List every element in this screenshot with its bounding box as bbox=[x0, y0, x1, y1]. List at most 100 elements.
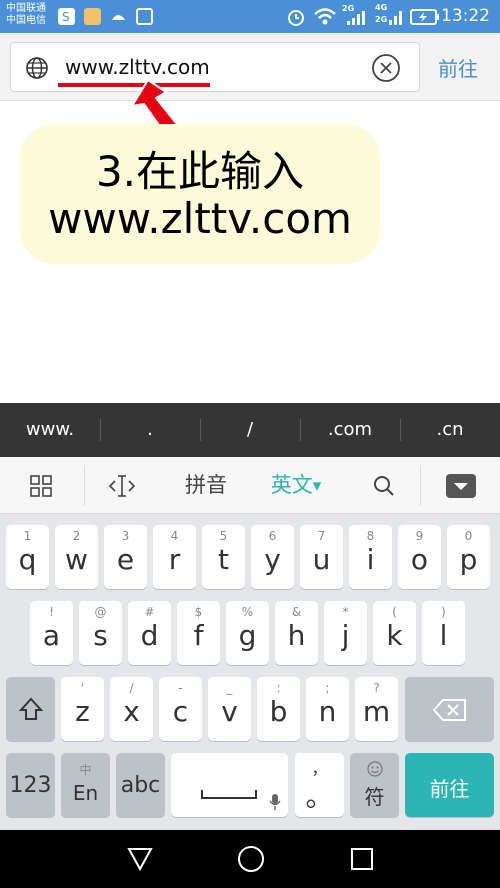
key-y[interactable]: 6y bbox=[251, 525, 294, 589]
key-sub-label: # bbox=[144, 605, 155, 619]
key-q[interactable]: 1q bbox=[6, 525, 49, 589]
key-v[interactable]: _ v bbox=[208, 677, 251, 741]
key-l[interactable]: ) l bbox=[422, 601, 465, 665]
status-bar: 中国联通 中国电信 S 2G 4G 2G 13:22 bbox=[0, 0, 500, 33]
wifi-icon bbox=[313, 7, 337, 31]
home-icon[interactable] bbox=[236, 844, 266, 878]
url-suggestion-strip: www. . / .com .cn bbox=[0, 403, 500, 457]
key-sub-label: ? bbox=[373, 681, 380, 695]
key-i[interactable]: 8i bbox=[349, 525, 392, 589]
key-w[interactable]: 2w bbox=[55, 525, 98, 589]
key-u[interactable]: 7u bbox=[300, 525, 343, 589]
suggestion-www[interactable]: www. bbox=[0, 403, 100, 457]
key-label: n bbox=[318, 695, 337, 728]
symbols-key[interactable]: 符 bbox=[350, 753, 399, 817]
key-t[interactable]: 5t bbox=[202, 525, 245, 589]
key-m[interactable]: ? m bbox=[355, 677, 398, 741]
backspace-key[interactable] bbox=[405, 677, 494, 741]
annotation-bubble: 3.在此输入 www.zlttv.com bbox=[20, 124, 380, 264]
english-mode-button[interactable]: 英文▼ bbox=[266, 457, 326, 514]
mic-icon bbox=[269, 793, 281, 815]
cn-en-sub-label: 中 bbox=[79, 763, 92, 777]
enter-go-key[interactable]: 前往 bbox=[405, 753, 494, 817]
cn-en-switch-key[interactable]: 中 En bbox=[61, 753, 110, 817]
weather-notification-icon bbox=[110, 8, 127, 25]
network-type-3: 2G bbox=[375, 15, 388, 24]
key-sub-label: ( bbox=[392, 605, 397, 619]
key-o[interactable]: 9o bbox=[398, 525, 441, 589]
key-p[interactable]: 0p bbox=[447, 525, 490, 589]
key-sub-label: 1 bbox=[23, 529, 32, 543]
suggestion-com[interactable]: .com bbox=[300, 403, 400, 457]
key-a[interactable]: ! a bbox=[30, 601, 73, 665]
key-sub-label: 5 bbox=[219, 529, 228, 543]
key-sub-label: ; bbox=[325, 681, 330, 695]
image-notification-icon bbox=[136, 8, 153, 25]
keyboard: 1q 2w 3e 4r 5t 6y 7u 8i 9o 0p ! a @ s # d $… bbox=[0, 514, 500, 830]
key-label: y bbox=[264, 543, 281, 576]
key-label: p bbox=[459, 543, 478, 576]
suggestion-slash[interactable]: / bbox=[200, 403, 300, 457]
abc-key-label: abc bbox=[120, 773, 161, 798]
key-sub-label: & bbox=[291, 605, 302, 619]
key-x[interactable]: / x bbox=[110, 677, 153, 741]
key-label: t bbox=[218, 543, 229, 576]
network-type-2: 4G bbox=[375, 3, 388, 12]
key-sub-label: : bbox=[276, 681, 281, 695]
carrier-2: 中国电信 bbox=[6, 15, 46, 26]
period-label: 。 bbox=[305, 780, 334, 813]
punctuation-key[interactable]: ， 。 bbox=[295, 753, 344, 817]
key-sub-label: ) bbox=[441, 605, 446, 619]
key-sub-label: 8 bbox=[366, 529, 375, 543]
suggestion-dot[interactable]: . bbox=[100, 403, 200, 457]
suggestion-cn[interactable]: .cn bbox=[400, 403, 500, 457]
key-r[interactable]: 4r bbox=[153, 525, 196, 589]
numbers-key[interactable]: 123 bbox=[6, 753, 55, 817]
pinyin-mode-button[interactable]: 拼音 bbox=[172, 457, 240, 514]
space-key[interactable] bbox=[171, 753, 288, 817]
key-label: m bbox=[362, 695, 391, 728]
key-s[interactable]: @ s bbox=[79, 601, 122, 665]
key-h[interactable]: & h bbox=[275, 601, 318, 665]
caret-down-icon: ▼ bbox=[312, 479, 322, 493]
key-label: j bbox=[341, 619, 350, 652]
svg-text:S: S bbox=[62, 10, 70, 24]
abc-key[interactable]: abc bbox=[116, 753, 165, 817]
key-sub-label: * bbox=[342, 605, 349, 619]
key-sub-label: 3 bbox=[121, 529, 130, 543]
toolbar-divider bbox=[420, 465, 421, 506]
key-sub-label: 2 bbox=[72, 529, 81, 543]
key-sub-label: / bbox=[129, 681, 134, 695]
key-label: a bbox=[42, 619, 61, 652]
space-icon bbox=[201, 787, 257, 806]
key-n[interactable]: ; n bbox=[306, 677, 349, 741]
back-icon[interactable] bbox=[126, 846, 154, 876]
recent-apps-icon[interactable] bbox=[350, 847, 374, 875]
cursor-move-icon[interactable] bbox=[100, 457, 144, 514]
key-j[interactable]: * j bbox=[324, 601, 367, 665]
key-e[interactable]: 3e bbox=[104, 525, 147, 589]
key-g[interactable]: % g bbox=[226, 601, 269, 665]
key-label: w bbox=[65, 543, 88, 576]
key-sub-label: 9 bbox=[415, 529, 424, 543]
key-sub-label: _ bbox=[226, 681, 233, 695]
hide-keyboard-icon[interactable] bbox=[444, 457, 478, 514]
key-c[interactable]: -c bbox=[159, 677, 202, 741]
clear-icon[interactable] bbox=[371, 53, 401, 87]
app-notification-icon: S bbox=[58, 8, 75, 25]
go-button[interactable]: 前往 bbox=[438, 53, 478, 82]
key-k[interactable]: (k bbox=[373, 601, 416, 665]
search-icon[interactable] bbox=[366, 457, 402, 514]
key-f[interactable]: $ f bbox=[177, 601, 220, 665]
grid-menu-icon[interactable] bbox=[18, 457, 64, 514]
key-d[interactable]: # d bbox=[128, 601, 171, 665]
url-input[interactable]: www.zlttv.com bbox=[10, 42, 420, 92]
signal-icon-2 bbox=[388, 8, 404, 30]
key-label: u bbox=[312, 543, 331, 576]
shift-key[interactable] bbox=[6, 677, 55, 741]
key-z[interactable]: ' z bbox=[61, 677, 104, 741]
english-mode-label: 英文 bbox=[270, 473, 313, 497]
cn-en-label: En bbox=[72, 781, 99, 805]
key-b[interactable]: :b bbox=[257, 677, 300, 741]
navigation-bar bbox=[0, 830, 500, 888]
